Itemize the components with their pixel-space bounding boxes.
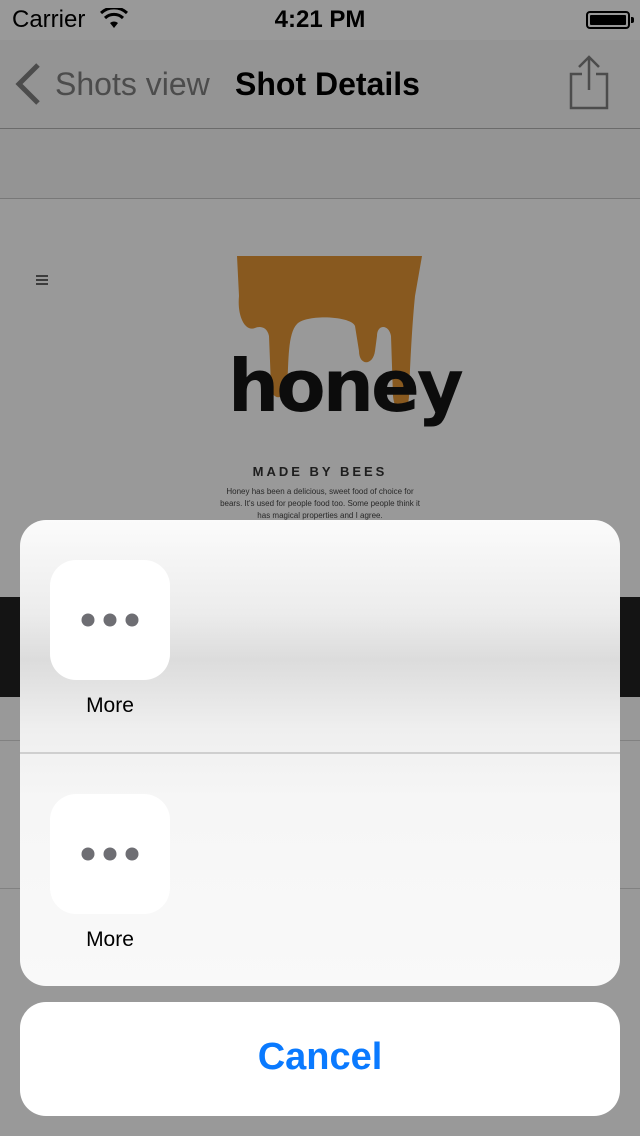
- more-button[interactable]: [50, 794, 170, 914]
- cancel-label: Cancel: [257, 1036, 383, 1078]
- more-icon: [81, 613, 139, 627]
- action-row: More: [20, 754, 620, 986]
- action-sheet: More More: [20, 520, 620, 986]
- more-label: More: [86, 694, 134, 717]
- more-button[interactable]: [50, 560, 170, 680]
- action-row: More: [20, 520, 620, 752]
- more-label: More: [86, 928, 134, 951]
- cancel-button[interactable]: Cancel: [20, 1002, 620, 1116]
- more-icon: [81, 847, 139, 861]
